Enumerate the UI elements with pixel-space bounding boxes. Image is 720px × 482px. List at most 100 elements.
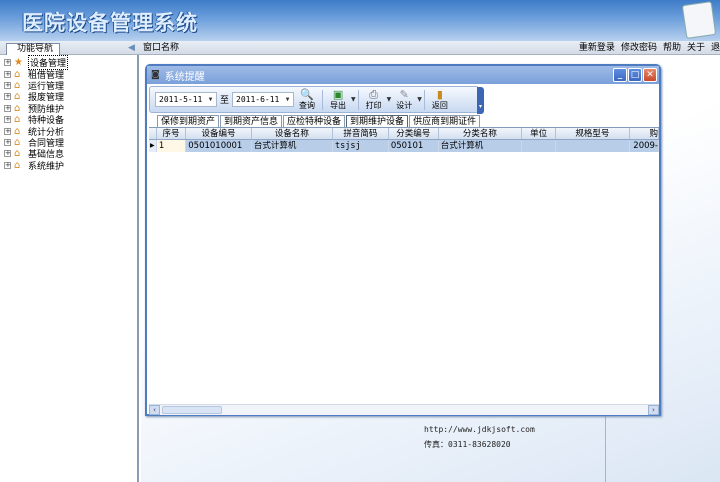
expand-icon[interactable]: + — [4, 149, 11, 157]
scroll-thumb[interactable] — [162, 406, 222, 414]
design-button[interactable]: ✎ 设计 — [396, 88, 412, 111]
chevron-down-icon[interactable]: ▼ — [206, 94, 215, 105]
dialog-title: 系统提醒 — [164, 71, 205, 83]
cell[interactable]: 1 — [156, 140, 187, 152]
export-button[interactable]: ▣ 导出 — [330, 88, 346, 111]
cell[interactable]: 2009- — [630, 140, 659, 152]
separator — [423, 89, 425, 110]
logo-icon — [681, 1, 717, 39]
app-header: 医院设备管理系统 — [0, 0, 720, 41]
tree-item-scrap[interactable]: + ⌂ 报废管理 — [4, 90, 64, 103]
tab-supplier-certificates[interactable]: 供应商到期证件 — [409, 115, 481, 127]
house-icon: ⌂ — [14, 90, 21, 102]
sidebar-tree: + ★ 设备管理 + ⌂ 租借管理 + ⌂ 运行管理 + ⌂ 报废管理 + ⌂ 预防维护 + ⌂ 特种设… — [0, 54, 139, 482]
reminder-tabs: 保修到期资产 到期资产信息 应检特种设备 到期维护设备 供应商到期证件 — [149, 115, 659, 128]
to-label: 至 — [220, 96, 230, 106]
col-header[interactable]: 分类名称 — [439, 128, 522, 139]
house-icon: ⌂ — [14, 79, 21, 91]
minimize-button[interactable]: _ — [613, 68, 627, 82]
cell[interactable]: 台式计算机 — [252, 140, 334, 152]
house-icon: ⌂ — [14, 147, 21, 159]
tab-expired-assets[interactable]: 到期资产信息 — [220, 115, 283, 127]
col-header[interactable]: 拼音简码 — [333, 128, 389, 139]
expand-icon[interactable]: + — [4, 81, 11, 89]
table-row[interactable]: ▶ 1 0501010001 台式计算机 tsjsj 050101 台式计算机 … — [149, 140, 659, 152]
cell[interactable]: tsjsj — [333, 140, 389, 152]
export-dropdown-icon[interactable]: ▼ — [351, 96, 356, 103]
close-button[interactable]: ✕ — [643, 68, 657, 82]
col-header[interactable]: 序号 — [157, 128, 187, 139]
query-button[interactable]: 🔍 查询 — [299, 88, 315, 111]
date-from-picker[interactable]: 2011-5-11 ▼ — [155, 92, 217, 107]
tree-item-basic[interactable]: + ⌂ 基础信息 — [4, 147, 64, 160]
design-dropdown-icon[interactable]: ▼ — [417, 96, 422, 103]
expand-icon[interactable]: + — [4, 104, 11, 112]
nav-tab[interactable]: 功能导航 — [6, 43, 61, 55]
navbar: 功能导航 ◀ 窗口名称 重新登录 修改密码 帮助 关于退 — [0, 41, 720, 55]
dialog-titlebar[interactable]: ◙ 系统提醒 _ □ ✕ — [147, 66, 659, 84]
cell[interactable] — [556, 140, 630, 152]
printer-icon: ⎙ — [369, 88, 379, 101]
back-button[interactable]: ▮ 返回 — [432, 88, 448, 111]
relogin-link[interactable]: 重新登录 — [579, 43, 615, 53]
tab-warranty-expired[interactable]: 保修到期资产 — [157, 115, 220, 127]
toolbar-options-icon[interactable]: ▾ — [477, 87, 484, 114]
expand-icon[interactable]: + — [4, 115, 11, 123]
about-link[interactable]: 关于 — [687, 43, 705, 53]
cell[interactable]: 0501010001 — [186, 140, 252, 152]
horizontal-scrollbar[interactable]: ‹ › — [149, 404, 659, 415]
scroll-right-icon[interactable]: › — [648, 405, 659, 415]
house-icon: ⌂ — [14, 136, 21, 148]
expand-icon[interactable]: + — [4, 161, 11, 169]
cell[interactable]: 050101 — [389, 140, 439, 152]
col-header[interactable]: 单位 — [522, 128, 557, 139]
change-password-link[interactable]: 修改密码 — [621, 43, 657, 53]
export-icon: ▣ — [332, 88, 344, 101]
tree-item-special[interactable]: + ⌂ 特种设备 — [4, 113, 64, 126]
collapse-arrow-icon[interactable]: ◀ — [128, 43, 135, 53]
col-header[interactable]: 规格型号 — [556, 128, 630, 139]
chevron-down-icon[interactable]: ▼ — [283, 94, 292, 105]
decorative-line — [605, 405, 606, 482]
print-dropdown-icon[interactable]: ▼ — [387, 96, 392, 103]
design-icon: ✎ — [399, 88, 409, 101]
expand-icon[interactable]: + — [4, 58, 11, 66]
cell[interactable]: 台式计算机 — [439, 140, 522, 152]
expand-icon[interactable]: + — [4, 70, 11, 78]
house-icon: ⌂ — [14, 68, 21, 80]
window-name-label: 窗口名称 — [143, 43, 180, 53]
exit-link[interactable]: 退 — [711, 43, 720, 53]
cell[interactable] — [522, 140, 557, 152]
col-header[interactable]: 设备名称 — [252, 128, 334, 139]
house-icon: ⌂ — [14, 113, 21, 125]
separator — [357, 89, 359, 110]
maximize-button[interactable]: □ — [628, 68, 642, 82]
house-icon: ⌂ — [14, 125, 21, 137]
dialog-toolbar: 2011-5-11 ▼ 至 2011-6-11 ▼ 🔍 查询 ▣ 导出 ▼ ⎙ 打印 ▼ … — [149, 86, 484, 114]
grid-header: 序号 设备编号 设备名称 拼音简码 分类编号 分类名称 单位 规格型号 购 — [149, 128, 659, 140]
house-icon: ⌂ — [14, 102, 21, 114]
print-button[interactable]: ⎙ 打印 — [366, 88, 382, 111]
top-links: 重新登录 修改密码 帮助 关于退 — [573, 42, 720, 54]
expand-icon[interactable]: + — [4, 138, 11, 146]
expand-icon[interactable]: + — [4, 127, 11, 135]
col-header[interactable]: 分类编号 — [389, 128, 439, 139]
row-indicator-icon: ▶ — [149, 140, 157, 152]
tab-special-inspection[interactable]: 应检特种设备 — [283, 115, 346, 127]
fax-text: 传真：0311-83628020 — [424, 440, 511, 449]
scroll-left-icon[interactable]: ‹ — [149, 405, 160, 415]
date-to-picker[interactable]: 2011-6-11 ▼ — [232, 92, 295, 107]
search-icon: 🔍 — [300, 88, 314, 101]
col-header[interactable]: 设备编号 — [186, 128, 252, 139]
help-link[interactable]: 帮助 — [663, 43, 681, 53]
tab-maintenance-due[interactable]: 到期维护设备 — [346, 115, 409, 127]
system-reminder-dialog: ◙ 系统提醒 _ □ ✕ 2011-5-11 ▼ 至 2011-6-11 ▼ 🔍 查询… — [145, 64, 661, 416]
separator — [322, 89, 324, 110]
website-text: http://www.jdkjsoft.com — [424, 425, 535, 434]
door-exit-icon: ▮ — [436, 88, 443, 101]
dialog-icon: ◙ — [151, 70, 160, 80]
col-header[interactable]: 购 — [630, 128, 659, 139]
expand-icon[interactable]: + — [4, 92, 11, 100]
tree-item-system[interactable]: + ⌂ 系统维护 — [4, 159, 64, 172]
tree-item-equipment[interactable]: + ★ 设备管理 — [4, 54, 69, 70]
